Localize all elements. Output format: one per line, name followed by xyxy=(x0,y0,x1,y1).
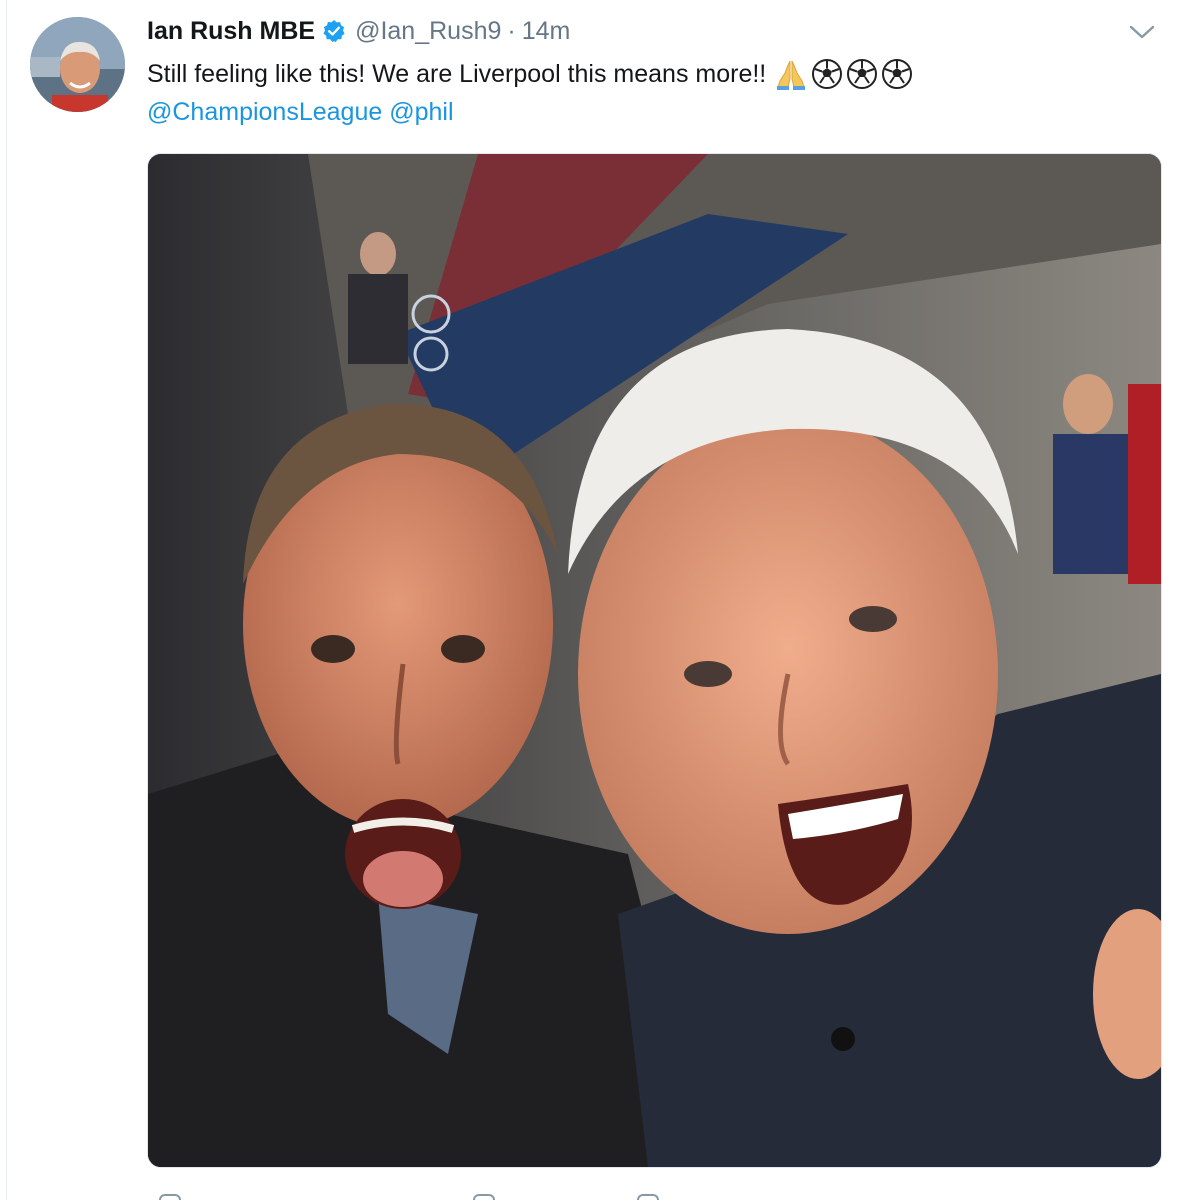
soccer-ball-icon xyxy=(812,59,843,89)
mention-link[interactable]: @phil xyxy=(389,98,453,126)
timeline-divider xyxy=(6,0,7,1200)
like-icon[interactable] xyxy=(473,1194,495,1200)
reply-icon[interactable] xyxy=(159,1194,181,1200)
display-name[interactable]: Ian Rush MBE xyxy=(147,17,315,46)
tweet-header: Ian Rush MBE @Ian_Rush9 · 14m xyxy=(147,14,570,48)
tweet-mentions: @ChampionsLeague @phil xyxy=(147,94,454,130)
message-icon[interactable] xyxy=(637,1194,659,1200)
separator-dot: · xyxy=(507,16,516,45)
chevron-down-icon[interactable] xyxy=(1128,22,1156,42)
user-handle[interactable]: @Ian_Rush9 xyxy=(355,17,501,46)
tweet-actions xyxy=(147,1190,847,1200)
tweet-photo[interactable] xyxy=(147,153,1162,1168)
soccer-ball-icon xyxy=(882,59,913,89)
tweet-timestamp[interactable]: 14m xyxy=(522,17,571,46)
mention-link[interactable]: @ChampionsLeague xyxy=(147,98,382,126)
tweet-page: Ian Rush MBE @Ian_Rush9 · 14m Still feel… xyxy=(0,0,1178,1200)
verified-badge-icon xyxy=(322,19,346,43)
soccer-ball-icon xyxy=(847,59,878,89)
tweet-text: Still feeling like this! We are Liverpoo… xyxy=(147,55,913,93)
profile-avatar[interactable] xyxy=(30,17,125,112)
tweet-body: Still feeling like this! We are Liverpoo… xyxy=(147,60,767,88)
praying-hands-icon xyxy=(777,60,806,90)
emoji-row xyxy=(774,57,913,91)
